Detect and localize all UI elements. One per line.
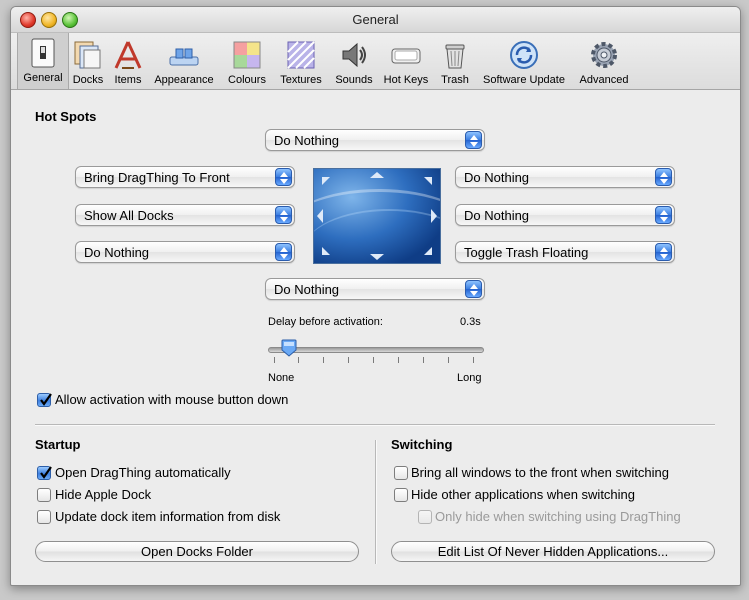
toolbar-tab-trash[interactable]: Trash xyxy=(436,35,474,89)
hide-other-apps-label: Hide other applications when switching xyxy=(411,487,636,502)
switching-heading: Switching xyxy=(391,437,453,452)
appearance-icon xyxy=(169,48,199,66)
hide-other-apps-checkbox[interactable] xyxy=(394,488,408,502)
open-docks-folder-button[interactable]: Open Docks Folder xyxy=(35,541,359,562)
general-switch-icon xyxy=(31,38,55,68)
general-pane: Hot Spots Do Nothing Bring DragThing To … xyxy=(11,90,740,585)
hotspot-left-middle-popup[interactable]: Show All Docks xyxy=(75,204,295,226)
screen-preview xyxy=(313,168,441,264)
column-divider xyxy=(375,440,377,564)
hotspot-top-value: Do Nothing xyxy=(274,133,340,148)
popup-arrows-icon xyxy=(655,243,672,261)
corner-arrows-icon xyxy=(317,172,437,260)
textures-icon xyxy=(287,41,315,69)
toolbar-tab-advanced[interactable]: Advanced xyxy=(574,35,634,89)
preferences-window: General General Docks Items Appearance C… xyxy=(10,6,741,586)
allow-mouse-down-checkbox[interactable] xyxy=(37,393,52,407)
delay-slider-track[interactable] xyxy=(268,347,484,353)
toolbar-label-sounds: Sounds xyxy=(335,74,373,86)
edit-never-hidden-button[interactable]: Edit List Of Never Hidden Applications..… xyxy=(391,541,715,562)
toolbar-label-docks: Docks xyxy=(72,74,104,86)
popup-arrows-icon xyxy=(465,280,482,298)
hotspot-bottom-popup[interactable]: Do Nothing xyxy=(265,278,485,300)
hotspot-left-top-popup[interactable]: Bring DragThing To Front xyxy=(75,166,295,188)
window-title: General xyxy=(352,12,399,27)
only-hide-dragthing-checkbox[interactable] xyxy=(418,510,432,524)
popup-arrows-icon xyxy=(275,243,292,261)
hotspot-right-top-popup[interactable]: Do Nothing xyxy=(455,166,675,188)
open-dragthing-label: Open DragThing automatically xyxy=(55,465,231,480)
hotspot-right-middle-value: Do Nothing xyxy=(464,208,530,223)
popup-arrows-icon xyxy=(655,206,672,224)
speaker-icon xyxy=(342,42,366,68)
toolbar-label-software-update: Software Update xyxy=(483,74,565,86)
toolbar-tab-sounds[interactable]: Sounds xyxy=(332,35,376,89)
hotspot-left-bottom-value: Do Nothing xyxy=(84,245,150,260)
startup-heading: Startup xyxy=(35,437,81,452)
docks-icon xyxy=(74,41,101,69)
hotspot-right-top-value: Do Nothing xyxy=(464,170,530,185)
open-dragthing-checkbox[interactable] xyxy=(37,466,52,480)
popup-arrows-icon xyxy=(275,168,292,186)
toolbar-label-general: General xyxy=(23,72,63,84)
popup-arrows-icon xyxy=(465,131,482,149)
toolbar-tab-items[interactable]: Items xyxy=(110,35,146,89)
checkmark-icon xyxy=(40,393,52,406)
hide-apple-dock-checkbox[interactable] xyxy=(37,488,51,502)
hotspot-right-middle-popup[interactable]: Do Nothing xyxy=(455,204,675,226)
delay-value: 0.3s xyxy=(460,316,481,328)
update-dock-info-label: Update dock item information from disk xyxy=(55,509,281,524)
bring-windows-front-checkbox[interactable] xyxy=(394,466,408,480)
keyboard-key-icon xyxy=(391,48,421,64)
hotspot-left-middle-value: Show All Docks xyxy=(84,208,174,223)
toolbar-tab-colours[interactable]: Colours xyxy=(224,35,270,89)
popup-arrows-icon xyxy=(275,206,292,224)
hotspot-left-bottom-popup[interactable]: Do Nothing xyxy=(75,241,295,263)
toolbar-label-items: Items xyxy=(114,74,142,86)
hotspot-right-bottom-popup[interactable]: Toggle Trash Floating xyxy=(455,241,675,263)
trash-icon xyxy=(445,44,465,69)
hotspots-heading: Hot Spots xyxy=(35,109,97,124)
toolbar-label-hot-keys: Hot Keys xyxy=(383,74,429,86)
software-update-icon xyxy=(510,41,538,69)
title-bar: General xyxy=(11,7,740,33)
delay-slider-thumb[interactable] xyxy=(281,339,297,357)
checkmark-icon xyxy=(40,466,52,479)
hotspot-right-bottom-value: Toggle Trash Floating xyxy=(464,245,589,260)
popup-arrows-icon xyxy=(655,168,672,186)
toolbar-tab-general[interactable]: General xyxy=(17,33,69,89)
toolbar-tab-appearance[interactable]: Appearance xyxy=(151,35,217,89)
slider-min-label: None xyxy=(268,372,295,384)
only-hide-dragthing-label: Only hide when switching using DragThing xyxy=(435,509,681,524)
toolbar-tab-software-update[interactable]: Software Update xyxy=(479,35,569,89)
toolbar-label-textures: Textures xyxy=(280,74,322,86)
hotspot-top-popup[interactable]: Do Nothing xyxy=(265,129,485,151)
preferences-toolbar: General Docks Items Appearance Colours T… xyxy=(11,33,740,90)
toolbar-label-advanced: Advanced xyxy=(579,74,629,86)
toolbar-label-colours: Colours xyxy=(228,74,266,86)
hide-apple-dock-label: Hide Apple Dock xyxy=(55,487,152,502)
toolbar-label-appearance: Appearance xyxy=(154,74,214,86)
slider-max-label: Long xyxy=(457,372,482,384)
items-icon xyxy=(114,41,142,69)
toolbar-tab-docks[interactable]: Docks xyxy=(69,35,107,89)
section-divider xyxy=(35,424,715,426)
allow-mouse-down-label: Allow activation with mouse button down xyxy=(55,392,289,407)
hotspot-bottom-value: Do Nothing xyxy=(274,282,340,297)
delay-label: Delay before activation: xyxy=(268,316,383,328)
gear-icon xyxy=(591,42,617,68)
toolbar-tab-textures[interactable]: Textures xyxy=(275,35,327,89)
update-dock-info-checkbox[interactable] xyxy=(37,510,51,524)
toolbar-tab-hot-keys[interactable]: Hot Keys xyxy=(381,35,431,89)
colours-icon xyxy=(233,41,261,69)
hotspot-left-top-value: Bring DragThing To Front xyxy=(84,170,230,185)
toolbar-label-trash: Trash xyxy=(441,74,469,86)
bring-windows-front-label: Bring all windows to the front when swit… xyxy=(411,465,669,480)
